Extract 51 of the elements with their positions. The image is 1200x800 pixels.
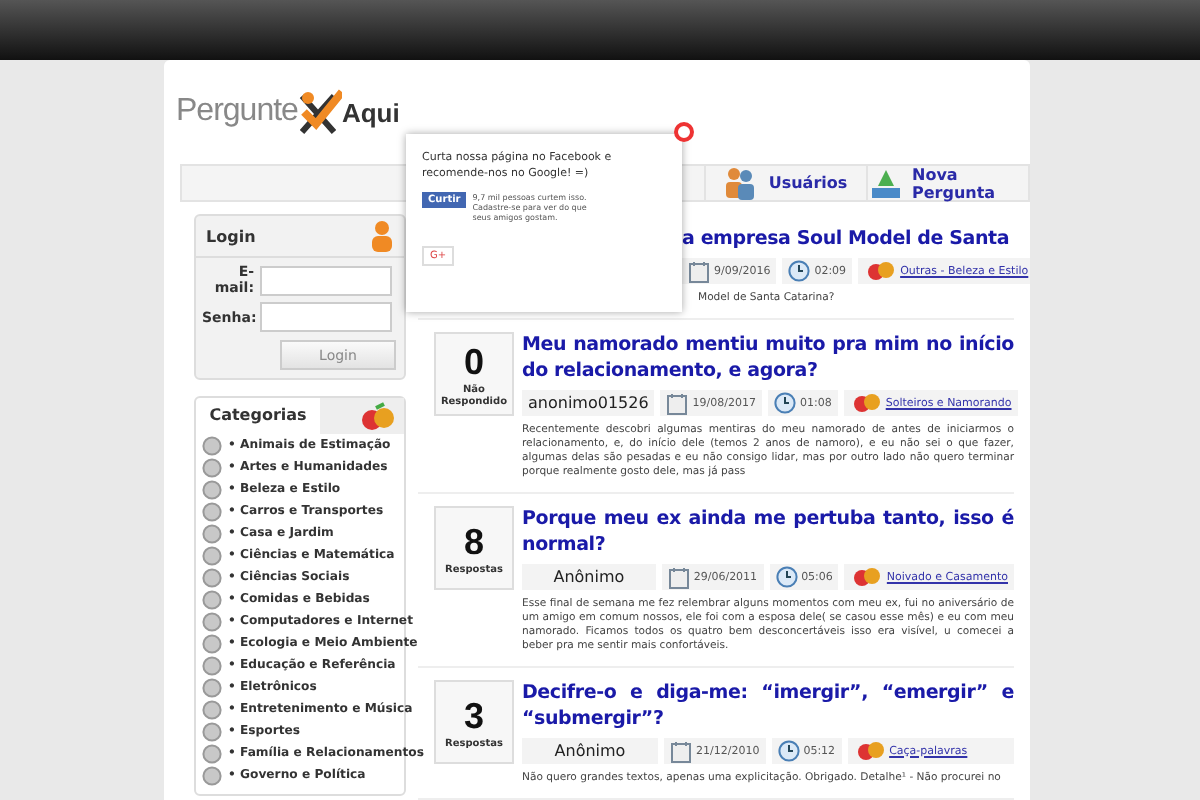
circle-icon xyxy=(202,743,222,763)
clock-icon xyxy=(775,566,798,588)
close-button[interactable] xyxy=(674,122,694,142)
fruit-icon xyxy=(855,740,884,762)
question-title[interactable]: Porque meu ex ainda me pertuba tanto, isso é normal? xyxy=(522,506,1014,558)
question-title[interactable]: a empresa Soul Model de Santa xyxy=(682,226,1014,252)
circle-icon xyxy=(202,567,222,587)
fruit-icon xyxy=(851,392,880,414)
circle-icon xyxy=(202,457,222,477)
circle-icon xyxy=(202,699,222,719)
question-title[interactable]: Meu namorado mentiu muito pra mim no início do relacionamento, e agora? xyxy=(522,332,1014,384)
circle-icon xyxy=(202,611,222,631)
circle-icon xyxy=(202,435,222,455)
answer-count: 8 xyxy=(463,521,484,563)
fruit-icon xyxy=(866,260,895,282)
clock-icon xyxy=(777,740,800,762)
site-logo[interactable]: Pergunte Aqui xyxy=(176,88,400,136)
circle-icon xyxy=(202,501,222,521)
panel-title: Categorias xyxy=(207,404,309,428)
circle-icon xyxy=(202,655,222,675)
question-title[interactable]: Decifre-o e diga-me: “imergir”, “emergir” e “submergir”? xyxy=(522,680,1014,732)
calendar-icon xyxy=(688,259,710,283)
password-field[interactable] xyxy=(260,302,392,332)
clock-icon xyxy=(788,260,811,282)
fruit-icon xyxy=(852,566,881,588)
users-icon xyxy=(724,166,759,200)
author-name: anonimo01526 xyxy=(522,390,655,416)
circle-icon xyxy=(202,677,222,697)
circle-icon xyxy=(202,765,222,785)
author-name: Anônimo xyxy=(522,564,656,590)
circle-icon xyxy=(202,545,222,565)
calendar-icon xyxy=(670,739,692,763)
panel-title: Login xyxy=(206,227,256,245)
nav-tab[interactable]: Nova Pergunta xyxy=(866,166,1028,200)
circle-icon xyxy=(202,523,222,543)
author-name: Anônimo xyxy=(522,738,658,764)
answer-count: 0 xyxy=(463,341,484,383)
calendar-icon xyxy=(666,391,689,415)
clock-icon xyxy=(774,392,796,414)
fruit-icon xyxy=(360,402,396,430)
email-field[interactable] xyxy=(260,265,392,295)
check-cross-icon xyxy=(297,88,342,136)
nav-tab[interactable]: Usuários xyxy=(704,166,866,200)
circle-icon xyxy=(202,633,222,653)
calendar-icon xyxy=(667,565,690,589)
circle-icon xyxy=(202,721,222,741)
circle-icon xyxy=(202,589,222,609)
user-icon xyxy=(370,220,394,252)
answer-count: 3 xyxy=(463,695,484,737)
circle-icon xyxy=(202,479,222,499)
pen-icon xyxy=(868,166,902,200)
